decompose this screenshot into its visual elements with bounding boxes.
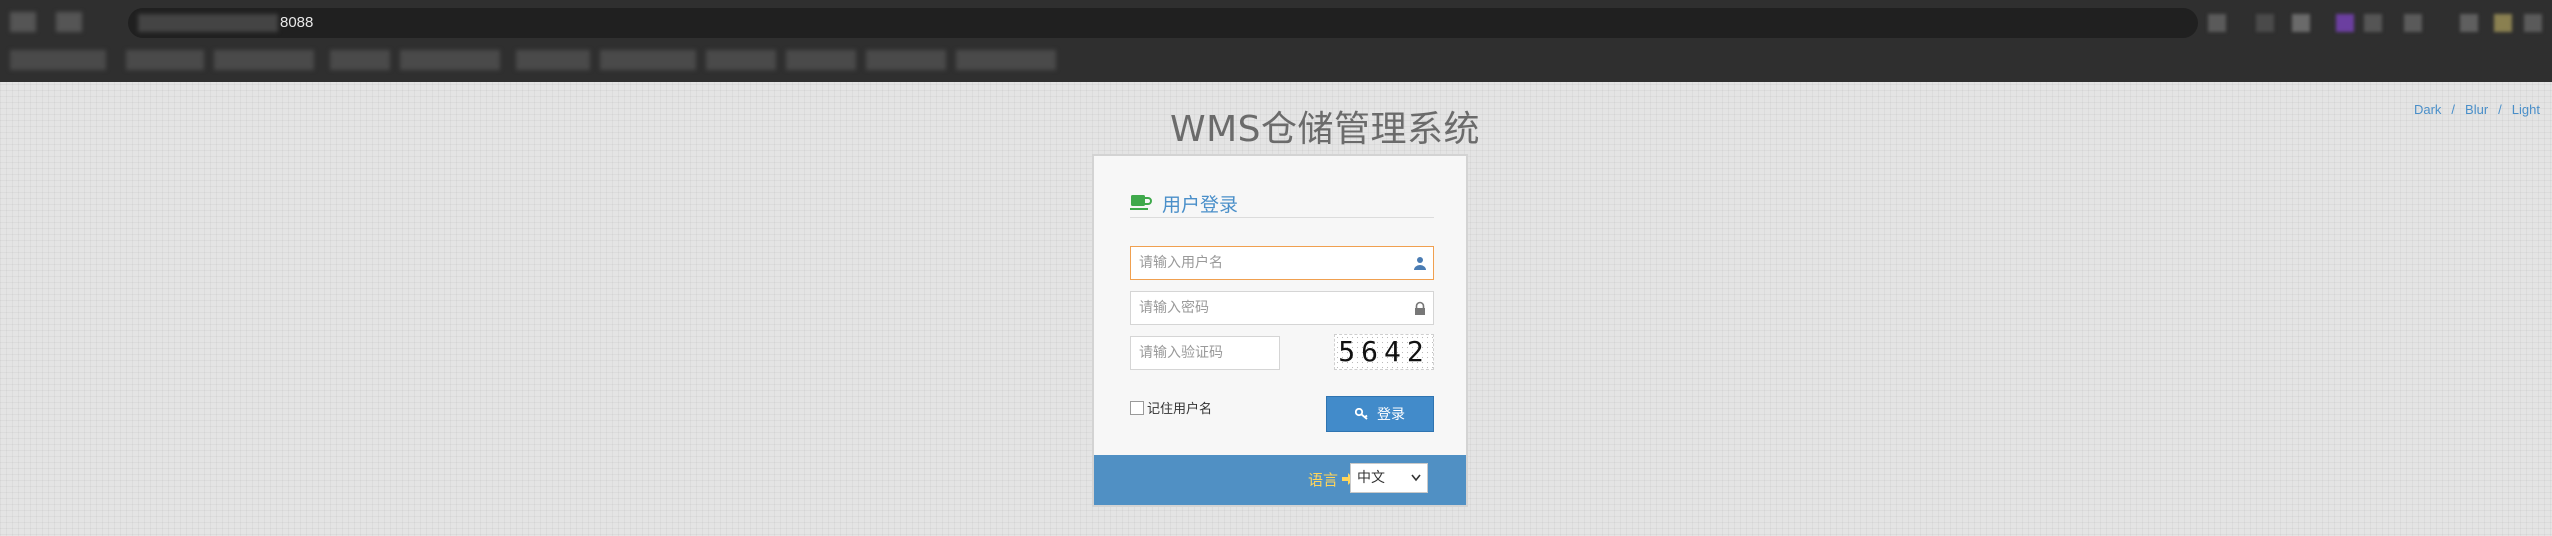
theme-separator: / xyxy=(2451,102,2456,117)
login-box: 用户登录 5642 记住用户名 登录 语言 中 xyxy=(1092,154,1468,507)
login-button-label: 登录 xyxy=(1377,407,1405,423)
password-input[interactable] xyxy=(1131,292,1433,324)
address-blurred-part xyxy=(138,14,278,32)
username-field[interactable] xyxy=(1130,246,1434,280)
captcha-image[interactable]: 5642 xyxy=(1334,334,1434,370)
extension-icon[interactable] xyxy=(2364,14,2382,32)
bookmark-item[interactable] xyxy=(516,50,590,70)
nav-buttons-blurred xyxy=(10,12,36,32)
bookmarks-bar xyxy=(0,48,1060,74)
key-icon xyxy=(1355,408,1368,420)
remember-checkbox[interactable] xyxy=(1130,400,1144,415)
language-select-value: 中文 xyxy=(1357,470,1385,486)
coffee-cup-icon xyxy=(1130,195,1152,210)
extension-icon[interactable] xyxy=(2460,14,2478,32)
bookmark-item[interactable] xyxy=(10,50,106,70)
bookmark-item[interactable] xyxy=(126,50,204,70)
language-label: 语言 xyxy=(1307,471,1338,489)
language-select[interactable]: 中文 xyxy=(1350,463,1428,493)
browser-chrome: 8088 xyxy=(0,0,2552,82)
password-field[interactable] xyxy=(1130,291,1434,325)
user-icon xyxy=(1414,257,1426,270)
lock-icon xyxy=(1415,301,1425,315)
bookmark-item[interactable] xyxy=(866,50,946,70)
bookmark-item[interactable] xyxy=(786,50,856,70)
theme-link-light[interactable]: Light xyxy=(2512,102,2540,117)
app-title: WMS仓储管理系统 xyxy=(1169,109,1480,150)
extension-icon[interactable] xyxy=(2256,14,2274,32)
login-button[interactable]: 登录 xyxy=(1326,396,1434,432)
extension-icon[interactable] xyxy=(2208,14,2226,32)
username-input[interactable] xyxy=(1131,247,1433,279)
bookmark-item[interactable] xyxy=(956,50,1056,70)
remember-username[interactable]: 记住用户名 xyxy=(1130,398,1212,417)
theme-link-dark[interactable]: Dark xyxy=(2414,102,2441,117)
captcha-field[interactable] xyxy=(1130,336,1280,370)
theme-link-blur[interactable]: Blur xyxy=(2465,102,2488,117)
bookmark-item[interactable] xyxy=(330,50,390,70)
bookmark-item[interactable] xyxy=(706,50,776,70)
bookmark-item[interactable] xyxy=(600,50,696,70)
theme-separator: / xyxy=(2498,102,2502,117)
bookmark-item[interactable] xyxy=(400,50,500,70)
theme-switcher: Dark / Blur / Light xyxy=(2414,102,2540,117)
bookmark-item[interactable] xyxy=(214,50,314,70)
extension-icon[interactable] xyxy=(2494,14,2512,32)
address-bar[interactable]: 8088 xyxy=(128,8,2198,38)
address-text: 8088 xyxy=(280,14,314,31)
extension-icon[interactable] xyxy=(2336,14,2354,32)
login-header: 用户登录 xyxy=(1130,190,1434,218)
captcha-input[interactable] xyxy=(1131,337,1279,369)
menu-icon[interactable] xyxy=(2524,14,2542,32)
chevron-down-icon xyxy=(1411,474,1421,482)
login-title: 用户登录 xyxy=(1162,194,1239,216)
remember-label: 记住用户名 xyxy=(1147,402,1213,417)
extension-icon[interactable] xyxy=(2292,14,2310,32)
reload-button-blurred xyxy=(56,12,82,32)
login-footer: 语言 中文 xyxy=(1094,455,1466,505)
extension-icon[interactable] xyxy=(2404,14,2422,32)
